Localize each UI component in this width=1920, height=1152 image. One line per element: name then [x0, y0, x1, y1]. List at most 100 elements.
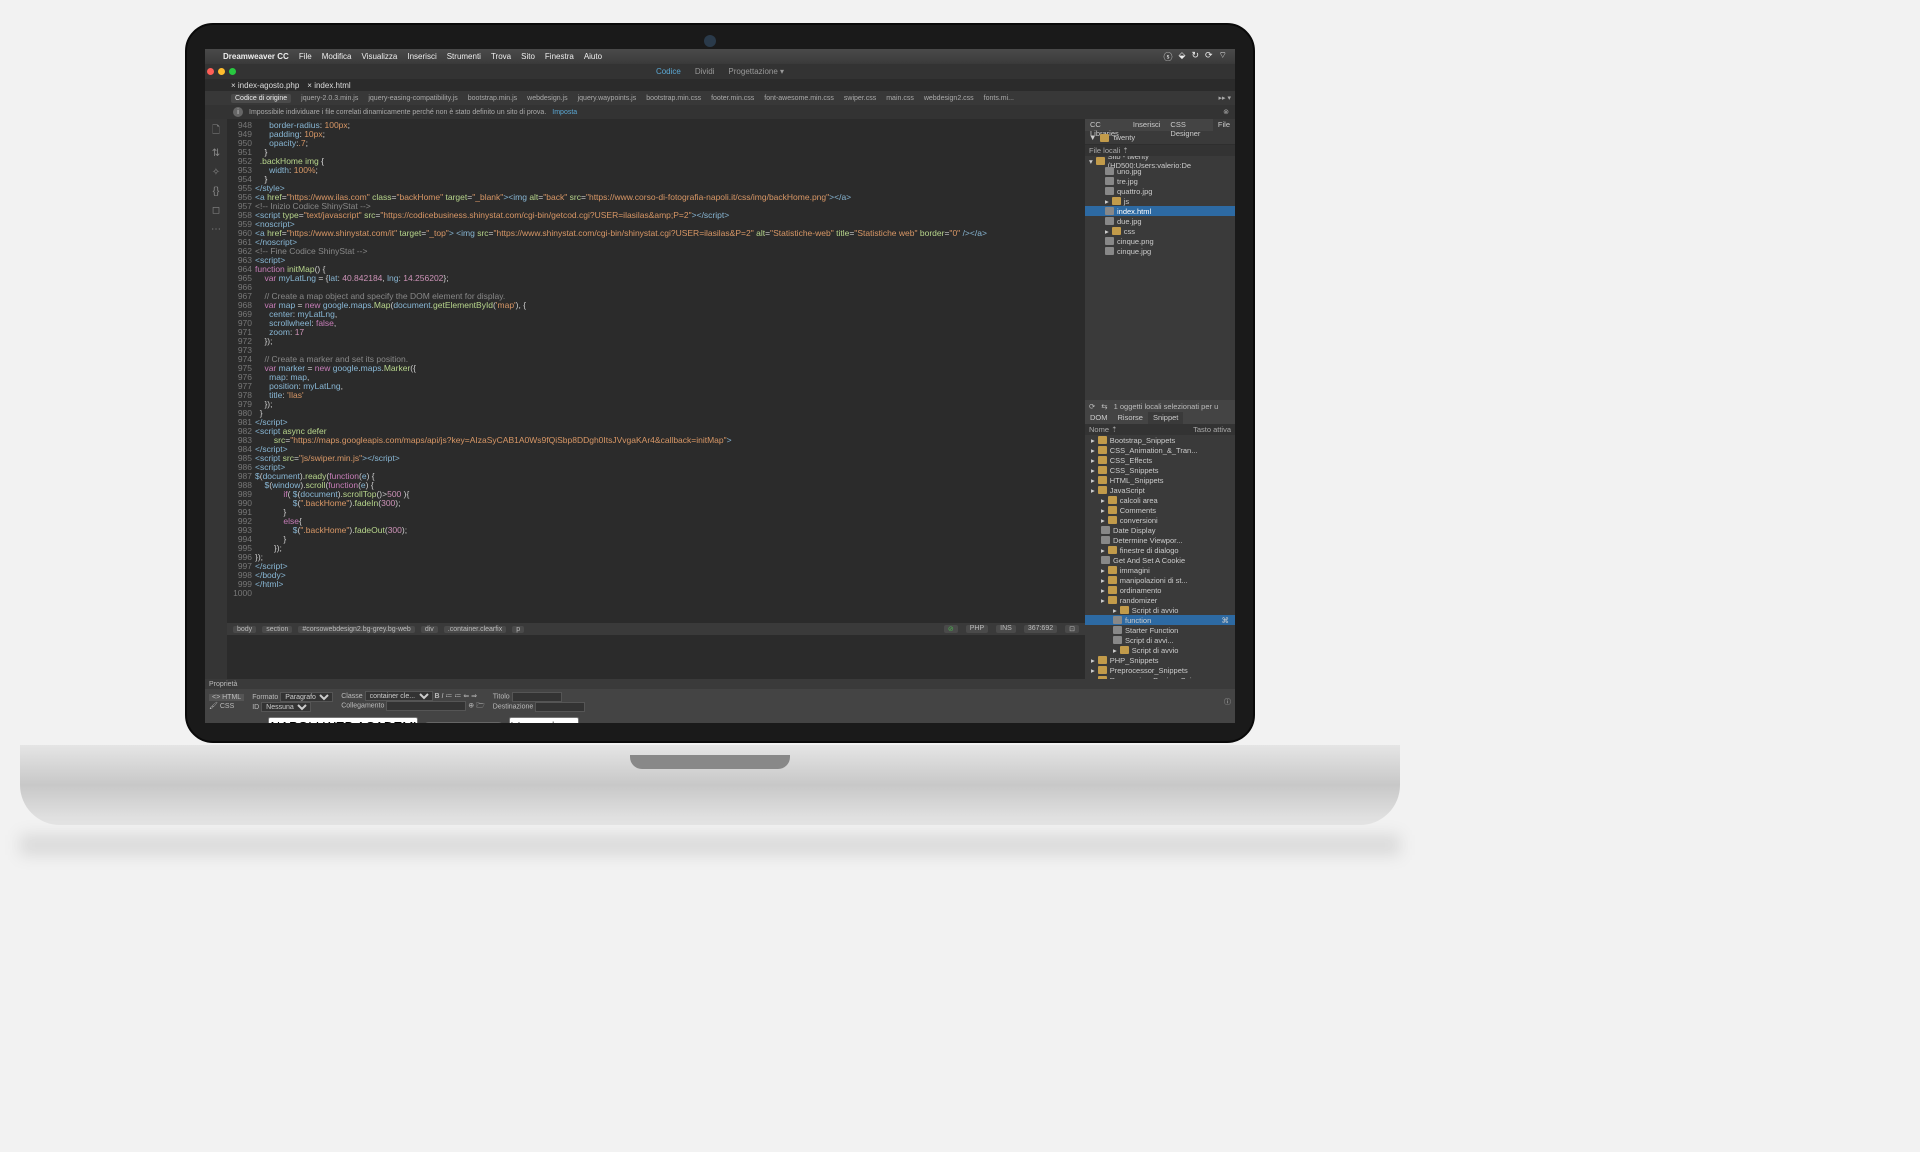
line-numbers: 9489499509519529539549559569579589599609… [227, 119, 255, 679]
menu-edit[interactable]: Modifica [322, 52, 352, 61]
sync-icon[interactable]: ↻ [1191, 50, 1199, 63]
tab-dom[interactable]: DOM [1085, 412, 1113, 424]
site-select[interactable]: twenty [1113, 133, 1135, 142]
dropbox-icon[interactable]: ⬙ [1179, 50, 1186, 63]
dom-breadcrumb: body section #corsowebdesign2.bg-grey.bg… [227, 623, 1085, 635]
link-input[interactable] [386, 701, 466, 711]
tab-css-designer[interactable]: CSS Designer [1165, 119, 1213, 131]
snippet-name-header[interactable]: Nome ⇡ [1089, 425, 1117, 434]
filter-icon[interactable]: ▸▸ ▾ [1219, 94, 1232, 102]
doc-tab[interactable]: × index.html [307, 81, 350, 90]
menu-help[interactable]: Aiuto [584, 52, 602, 61]
more-icon[interactable]: ⋯ [211, 224, 221, 235]
css-tab[interactable]: 🖌 CSS [209, 702, 244, 710]
menu-site[interactable]: Sito [521, 52, 535, 61]
preview-icon[interactable]: ⊡ [1065, 625, 1079, 633]
macos-menubar: Dreamweaver CC File Modifica Visualizza … [205, 49, 1235, 64]
code-body[interactable]: border-radius: 100px; padding: 10px; opa… [255, 119, 1085, 679]
info-message: Impossibile individuare i file correlati… [249, 109, 546, 116]
title-label: Titolo [493, 693, 510, 700]
related-file[interactable]: webdesign.js [527, 95, 567, 102]
define-servers-icon[interactable]: ▼ [1089, 133, 1096, 142]
view-split[interactable]: Dividi [695, 67, 715, 76]
crumb[interactable]: section [262, 626, 292, 633]
target-input[interactable] [535, 702, 585, 712]
wifi-icon[interactable]: ⌔ [1219, 50, 1227, 63]
link-label: Collegamento [341, 703, 384, 710]
class-select[interactable]: container cle... [365, 691, 433, 701]
status-position: 367:692 [1024, 625, 1057, 633]
info-close-icon[interactable]: ⊗ [1223, 108, 1229, 116]
app-name: Dreamweaver CC [223, 52, 289, 61]
related-file[interactable]: jquery-2.0.3.min.js [301, 95, 358, 102]
file-tree[interactable]: ▾ Sito - twenty (HD500:Users:valerio:De … [1085, 156, 1235, 400]
target-label: Destinazione [493, 703, 533, 710]
window-zoom-icon[interactable] [229, 68, 236, 75]
related-file[interactable]: swiper.css [844, 95, 876, 102]
related-file[interactable]: bootstrap.min.js [468, 95, 517, 102]
related-file[interactable]: jquery.waypoints.js [578, 95, 637, 102]
info-action-link[interactable]: Imposta [552, 109, 577, 116]
tab-insert[interactable]: Inserisci [1128, 119, 1166, 131]
related-file[interactable]: bootstrap.min.css [646, 95, 701, 102]
related-file[interactable]: main.css [886, 95, 914, 102]
menu-insert[interactable]: Inserisci [407, 52, 436, 61]
tab-files[interactable]: File [1213, 119, 1235, 131]
related-file[interactable]: fonts.mi... [984, 95, 1014, 102]
related-file[interactable]: jquery-easing-compatibility.js [368, 95, 457, 102]
tab-snippets[interactable]: Snippet [1148, 412, 1183, 424]
crumb[interactable]: #corsowebdesign2.bg-grey.bg-web [298, 626, 414, 633]
file-icon[interactable]: 🗋 [212, 123, 220, 140]
tab-cc-libraries[interactable]: CC Libraries [1085, 119, 1128, 131]
view-code[interactable]: Codice [656, 67, 681, 76]
menu-file[interactable]: File [299, 52, 312, 61]
crumb[interactable]: .container.clearfix [444, 626, 506, 633]
wand-icon[interactable]: ✧ [212, 167, 220, 178]
snippet-key-header[interactable]: Tasto attiva [1193, 425, 1231, 434]
menu-window[interactable]: Finestra [545, 52, 574, 61]
menu-view[interactable]: Visualizza [362, 52, 398, 61]
related-file[interactable]: webdesign2.css [924, 95, 974, 102]
title-input[interactable] [512, 692, 562, 702]
code-editor[interactable]: 9489499509519529539549559569579589599609… [227, 119, 1085, 679]
view-design[interactable]: Progettazione ▾ [728, 67, 784, 76]
comment-icon[interactable]: ◻ [212, 205, 220, 216]
italic-button[interactable]: I [442, 693, 444, 700]
tab-assets[interactable]: Risorse [1113, 412, 1148, 424]
refresh-icon[interactable]: ⟳ [1089, 402, 1095, 411]
sync-icon[interactable]: ⇆ [1101, 402, 1107, 411]
html-tab[interactable]: <> HTML [209, 694, 244, 701]
doc-title-input[interactable] [268, 717, 418, 724]
related-file[interactable]: font-awesome.min.css [764, 95, 834, 102]
window-minimize-icon[interactable] [218, 68, 225, 75]
format-select[interactable]: Paragrafo [280, 692, 333, 702]
info-bar: i Impossibile individuare i file correla… [205, 105, 1235, 119]
bold-button[interactable]: B [435, 693, 440, 700]
list-item-input[interactable] [509, 717, 579, 724]
status-lang[interactable]: PHP [966, 625, 988, 633]
source-code-tab[interactable]: Codice di origine [231, 94, 291, 103]
page-props-button[interactable]: Proprietà di pagina... [424, 722, 503, 724]
help-icon[interactable]: ⓘ [1224, 697, 1231, 707]
id-label: ID [252, 704, 259, 711]
crumb[interactable]: p [512, 626, 524, 633]
brackets-icon[interactable]: {} [213, 186, 220, 197]
window-close-icon[interactable] [207, 68, 214, 75]
doc-title-label: Titolo documento [209, 723, 262, 724]
crumb[interactable]: body [233, 626, 256, 633]
clock-icon[interactable]: ⟳ [1205, 50, 1213, 63]
folder-icon [1100, 134, 1109, 142]
snippet-tree[interactable]: ▸ Bootstrap_Snippets▸ CSS_Animation_&_Tr… [1085, 435, 1235, 679]
skype-icon[interactable]: ⓢ [1164, 50, 1173, 63]
status-mode: INS [996, 625, 1016, 633]
menu-tools[interactable]: Strumenti [447, 52, 481, 61]
properties-title: Proprietà [205, 679, 1235, 689]
related-file[interactable]: footer.min.css [711, 95, 754, 102]
crumb[interactable]: div [421, 626, 438, 633]
doc-tab[interactable]: × index-agosto.php [231, 81, 299, 90]
files-header[interactable]: File locali ⇡ [1085, 145, 1235, 156]
menu-find[interactable]: Trova [491, 52, 511, 61]
manage-icon[interactable]: ⇅ [212, 148, 220, 159]
id-select[interactable]: Nessuna [261, 702, 311, 712]
right-panel-tabs: CC Libraries Inserisci CSS Designer File [1085, 119, 1235, 131]
